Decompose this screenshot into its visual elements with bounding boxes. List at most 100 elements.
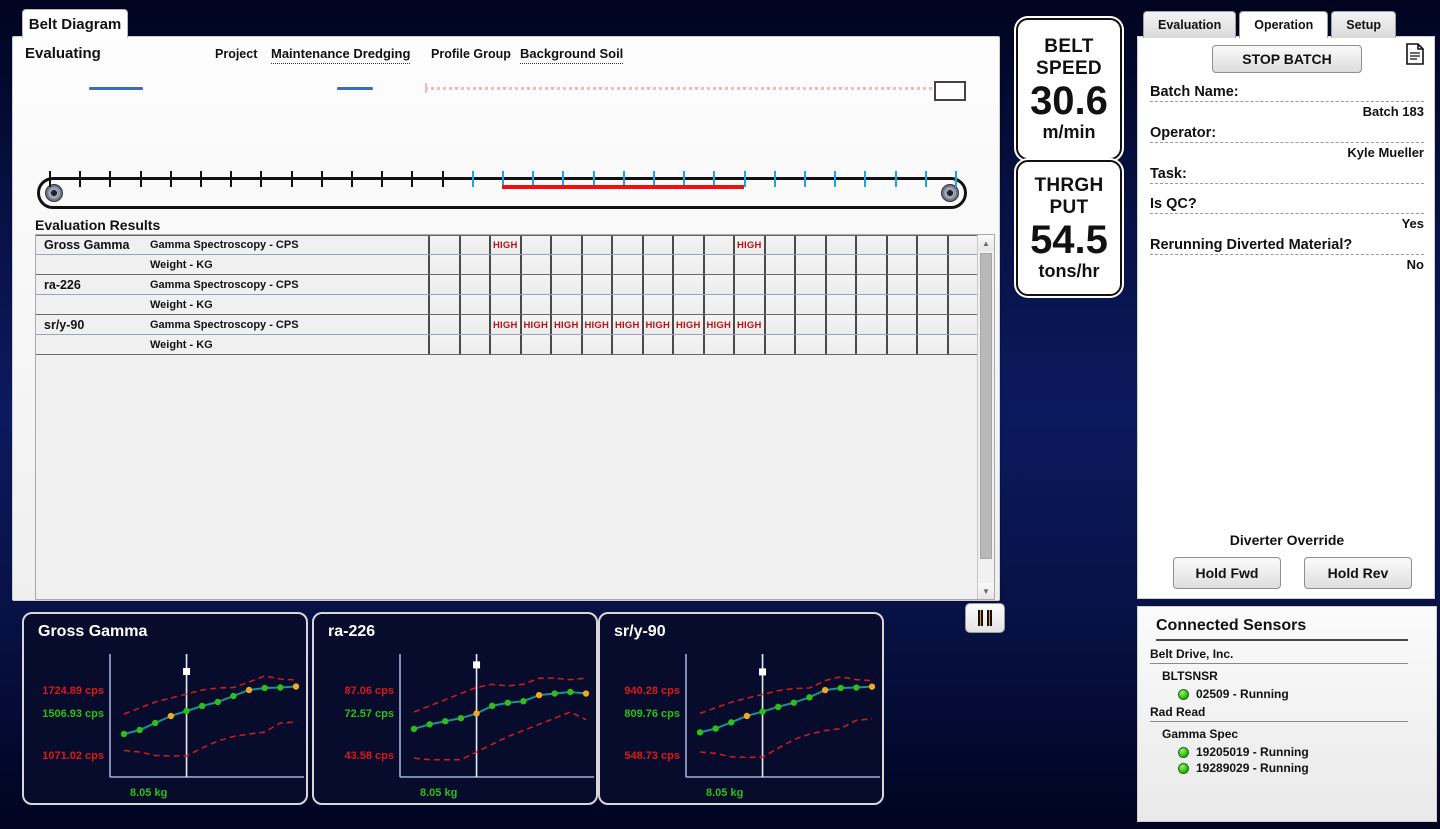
data-cell[interactable] (704, 255, 735, 275)
data-cell[interactable] (521, 255, 552, 275)
data-cell[interactable] (735, 255, 766, 275)
data-cell[interactable] (857, 255, 888, 275)
data-cell[interactable] (460, 315, 491, 335)
tab-evaluation[interactable]: Evaluation (1143, 11, 1237, 38)
data-cell[interactable] (643, 235, 674, 255)
alert-cell[interactable]: HIGH (491, 235, 522, 255)
data-cell[interactable] (918, 315, 949, 335)
data-cell[interactable] (582, 235, 613, 255)
data-cell[interactable] (826, 335, 857, 355)
alert-cell[interactable]: HIGH (491, 315, 522, 335)
data-cell[interactable] (735, 335, 766, 355)
data-cell[interactable] (460, 235, 491, 255)
data-cell[interactable] (674, 255, 705, 275)
tab-belt-diagram[interactable]: Belt Diagram (22, 9, 128, 38)
data-cell[interactable] (552, 295, 583, 315)
data-cell[interactable] (521, 275, 552, 295)
data-cell[interactable] (765, 295, 796, 315)
data-cell[interactable] (826, 255, 857, 275)
hold-fwd-button[interactable]: Hold Fwd (1173, 557, 1281, 589)
data-cell[interactable] (948, 315, 979, 335)
data-cell[interactable] (887, 275, 918, 295)
data-cell[interactable] (826, 235, 857, 255)
data-cell[interactable] (582, 275, 613, 295)
data-cell[interactable] (887, 335, 918, 355)
tab-operation[interactable]: Operation (1239, 11, 1329, 38)
data-cell[interactable] (796, 335, 827, 355)
data-cell[interactable] (643, 255, 674, 275)
chart-gross-gamma[interactable]: Gross Gamma 1724.89 cps 1506.93 cps 1071.02… (22, 612, 308, 805)
results-scrollbar[interactable]: ▲ ▼ (977, 235, 994, 599)
alert-cell[interactable]: HIGH (704, 315, 735, 335)
data-cell[interactable] (826, 315, 857, 335)
alert-cell[interactable]: HIGH (735, 315, 766, 335)
data-cell[interactable] (704, 275, 735, 295)
data-cell[interactable] (887, 235, 918, 255)
sensor-item[interactable]: 02509 - Running (1178, 687, 1289, 701)
data-cell[interactable] (430, 275, 461, 295)
data-cell[interactable] (948, 295, 979, 315)
data-cell[interactable] (765, 235, 796, 255)
scrollbar-thumb[interactable] (980, 253, 992, 559)
data-cell[interactable] (796, 295, 827, 315)
data-cell[interactable] (491, 335, 522, 355)
data-cell[interactable] (765, 315, 796, 335)
alert-cell[interactable]: HIGH (521, 315, 552, 335)
data-cell[interactable] (460, 255, 491, 275)
data-cell[interactable] (887, 255, 918, 275)
data-cell[interactable] (948, 255, 979, 275)
data-cell[interactable] (735, 295, 766, 315)
data-cell[interactable] (857, 315, 888, 335)
data-cell[interactable] (796, 315, 827, 335)
alert-cell[interactable]: HIGH (735, 235, 766, 255)
data-cell[interactable] (948, 275, 979, 295)
sensor-item[interactable]: 19205019 - Running (1178, 745, 1309, 759)
data-cell[interactable] (918, 275, 949, 295)
data-cell[interactable] (430, 235, 461, 255)
tab-setup[interactable]: Setup (1331, 11, 1396, 38)
data-cell[interactable] (674, 235, 705, 255)
alert-cell[interactable]: HIGH (552, 315, 583, 335)
data-cell[interactable] (704, 235, 735, 255)
data-cell[interactable] (643, 295, 674, 315)
sensor-item[interactable]: 19289029 - Running (1178, 761, 1309, 775)
data-cell[interactable] (674, 335, 705, 355)
data-cell[interactable] (491, 295, 522, 315)
data-cell[interactable] (887, 295, 918, 315)
data-cell[interactable] (918, 335, 949, 355)
data-cell[interactable] (613, 255, 644, 275)
data-cell[interactable] (613, 235, 644, 255)
data-cell[interactable] (826, 295, 857, 315)
data-cell[interactable] (582, 295, 613, 315)
data-cell[interactable] (765, 255, 796, 275)
data-cell[interactable] (826, 275, 857, 295)
data-cell[interactable] (948, 235, 979, 255)
data-cell[interactable] (643, 335, 674, 355)
data-cell[interactable] (430, 315, 461, 335)
chart-ra-226[interactable]: ra-226 87.06 cps 72.57 cps 43.58 cps 8.05 kg (312, 612, 598, 805)
data-cell[interactable] (491, 255, 522, 275)
data-cell[interactable] (521, 235, 552, 255)
data-cell[interactable] (613, 275, 644, 295)
data-cell[interactable] (887, 315, 918, 335)
alert-cell[interactable]: HIGH (613, 315, 644, 335)
data-cell[interactable] (674, 275, 705, 295)
data-cell[interactable] (521, 335, 552, 355)
chart-sr-y-90[interactable]: sr/y-90 940.28 cps 809.76 cps 548.73 cps 8.0… (598, 612, 884, 805)
stop-batch-button[interactable]: STOP BATCH (1212, 45, 1362, 73)
pause-button[interactable] (965, 603, 1005, 633)
data-cell[interactable] (582, 335, 613, 355)
data-cell[interactable] (552, 255, 583, 275)
data-cell[interactable] (735, 275, 766, 295)
data-cell[interactable] (552, 235, 583, 255)
data-cell[interactable] (948, 335, 979, 355)
scroll-up-icon[interactable]: ▲ (978, 235, 994, 251)
data-cell[interactable] (460, 295, 491, 315)
data-cell[interactable] (918, 295, 949, 315)
data-cell[interactable] (582, 255, 613, 275)
data-cell[interactable] (460, 335, 491, 355)
data-cell[interactable] (552, 275, 583, 295)
data-cell[interactable] (430, 255, 461, 275)
data-cell[interactable] (796, 255, 827, 275)
data-cell[interactable] (765, 335, 796, 355)
